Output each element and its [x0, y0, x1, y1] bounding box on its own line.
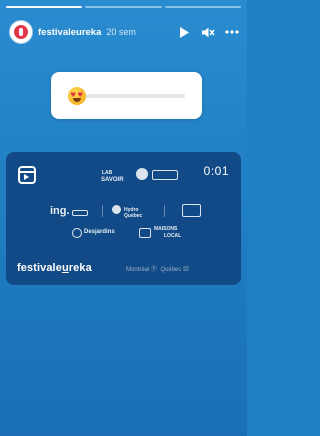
ing-logo-text: ing.	[50, 205, 70, 217]
savoir-logo-text: SAVOIR	[101, 177, 124, 183]
reel-icon	[18, 166, 36, 184]
story-header: festivaleureka 20 sem	[10, 20, 239, 44]
slider-track[interactable]	[71, 94, 185, 98]
location-text: Montréal Ⓟ Québec ▧	[126, 267, 190, 273]
progress-segment	[6, 6, 83, 8]
partner-logo-icon	[72, 210, 88, 216]
emoji-slider-sticker[interactable]	[51, 72, 202, 119]
desjardins-logo-icon	[72, 228, 82, 238]
video-card[interactable]: 0:01 LAB SAVOIR ing. Hydro Québec Desjar…	[6, 152, 241, 285]
account-handle[interactable]: festivaleureka	[38, 27, 101, 38]
more-icon[interactable]	[225, 25, 239, 39]
heart-eyes-emoji-icon[interactable]	[67, 87, 86, 105]
lab-logo-text: LAB	[102, 170, 113, 176]
hydro-logo-text: Hydro Québec	[124, 207, 143, 219]
story-progress-bar	[6, 6, 241, 9]
mansions-logo-text: MAISONS	[154, 226, 178, 232]
story-viewer[interactable]: festivaleureka 20 sem 0:01 LAB SAVOIR in…	[0, 0, 247, 436]
avatar[interactable]	[10, 21, 32, 43]
partner-logo-icon	[182, 204, 201, 217]
mansions-sub-logo-text: LOCAL	[164, 233, 182, 239]
brand-logo-icon	[14, 25, 28, 39]
video-duration: 0:01	[203, 164, 229, 178]
desjardins-logo-text: Desjardins	[84, 229, 115, 235]
hydro-logo-icon	[112, 205, 121, 214]
progress-segment	[164, 6, 241, 8]
mute-icon[interactable]	[201, 25, 215, 39]
post-time: 20 sem	[106, 27, 136, 37]
progress-segment	[85, 6, 162, 8]
partner-logo-icon	[136, 168, 148, 180]
partner-logo-icon	[152, 170, 178, 180]
festival-brand-wordmark: festivaleureka	[17, 262, 92, 274]
story-controls	[177, 25, 239, 39]
partner-logo-icon	[139, 228, 151, 238]
play-icon[interactable]	[177, 25, 191, 39]
